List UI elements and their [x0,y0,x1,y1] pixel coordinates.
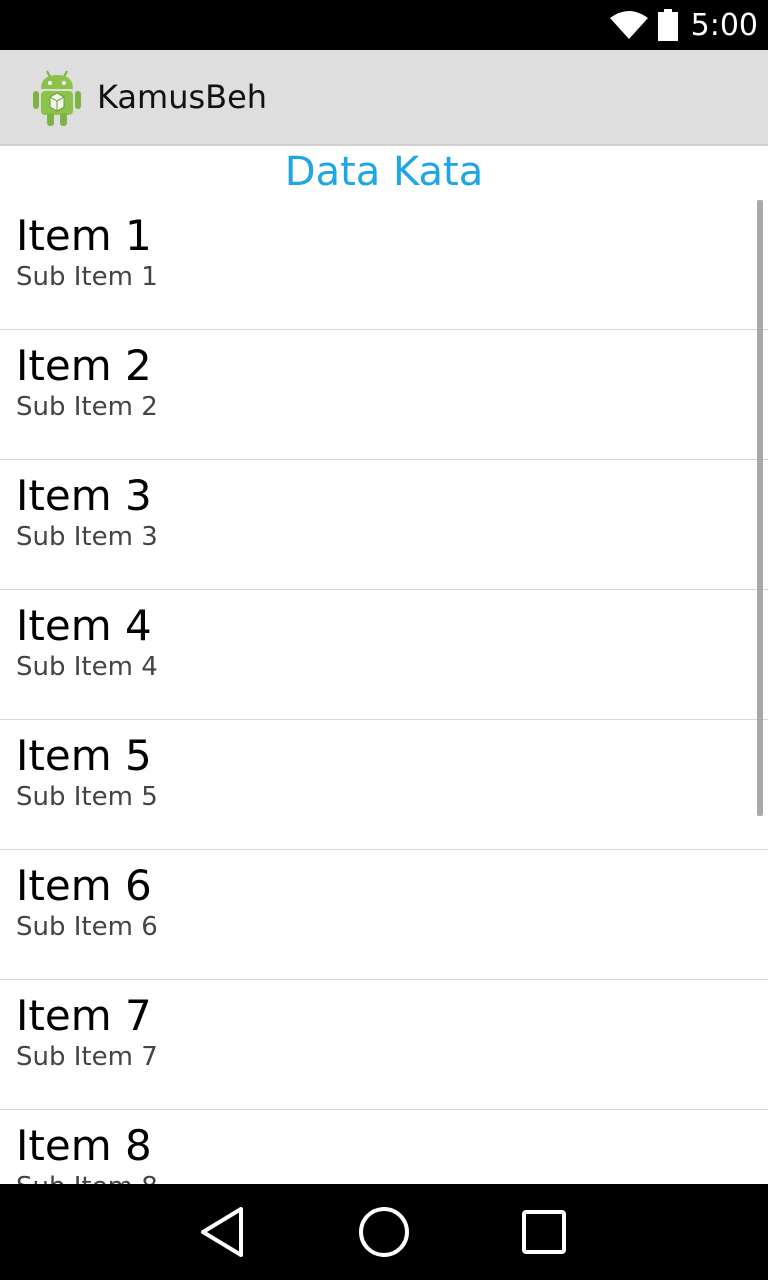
list-item[interactable]: Item 3 Sub Item 3 [0,460,768,590]
item-subtitle: Sub Item 6 [16,912,158,942]
list-item[interactable]: Item 7 Sub Item 7 [0,980,768,1110]
page-title: Data Kata [284,149,484,195]
item-subtitle: Sub Item 4 [16,652,158,682]
item-title: Item 7 [16,991,152,1040]
item-title: Item 8 [16,1121,152,1170]
item-title: Item 5 [16,731,152,780]
list-item[interactable]: Item 5 Sub Item 5 [0,720,768,850]
list-item[interactable]: Item 1 Sub Item 1 [0,200,768,330]
navigation-bar [0,1184,768,1280]
item-subtitle: Sub Item 7 [16,1042,158,1072]
back-icon[interactable] [192,1202,252,1262]
status-clock: 5:00 [690,7,758,43]
app-title: KamusBeh [97,78,268,116]
item-title: Item 2 [16,341,152,390]
battery-icon [657,9,678,41]
status-bar: 5:00 [0,0,768,50]
item-subtitle: Sub Item 3 [16,522,158,552]
item-title: Item 1 [16,211,152,260]
word-list[interactable]: Item 1 Sub Item 1 Item 2 Sub Item 2 Item 3 Su… [0,200,768,1184]
item-subtitle: Sub Item 2 [16,392,158,422]
list-item[interactable]: Item 4 Sub Item 4 [0,590,768,720]
list-item[interactable]: Item 6 Sub Item 6 [0,850,768,980]
android-app-icon[interactable] [31,67,83,127]
item-title: Item 3 [16,471,152,520]
status-icons: 5:00 [609,0,758,50]
scrollbar[interactable] [757,200,763,816]
item-subtitle: Sub Item 5 [16,782,158,812]
item-title: Item 4 [16,601,152,650]
wifi-icon [609,11,648,39]
action-bar: KamusBeh [0,50,768,146]
list-container: Item 1 Sub Item 1 Item 2 Sub Item 2 Item 3 Su… [0,200,768,1184]
item-subtitle: Sub Item 1 [16,262,158,292]
item-subtitle: Sub Item 8 [16,1172,158,1184]
list-item[interactable]: Item 8 Sub Item 8 [0,1110,768,1185]
recents-icon[interactable] [514,1202,574,1262]
home-icon[interactable] [354,1202,414,1262]
item-title: Item 6 [16,861,152,910]
list-item[interactable]: Item 2 Sub Item 2 [0,330,768,460]
